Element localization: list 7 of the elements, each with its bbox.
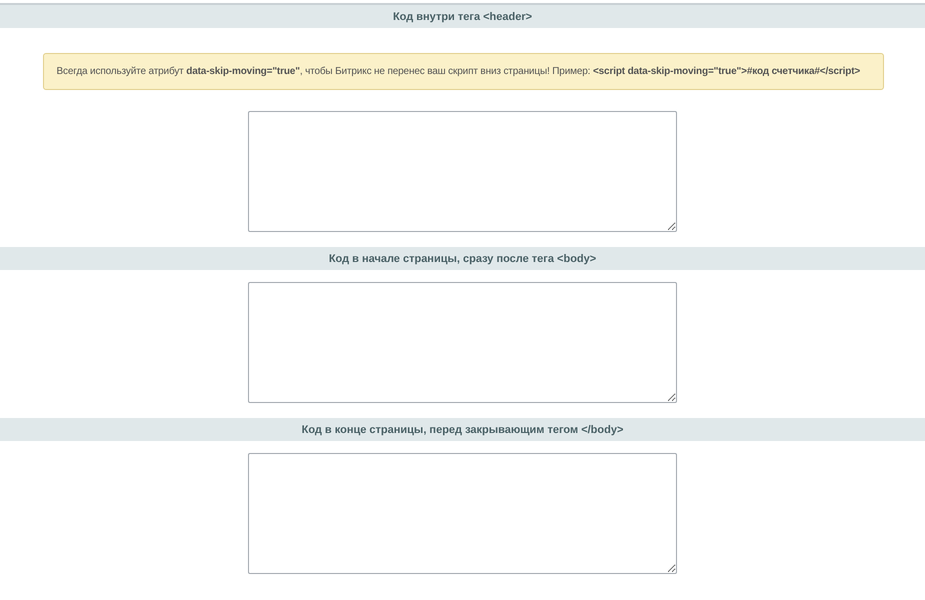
code-input-field[interactable]: [248, 282, 677, 403]
section-heading: Код внутри тега <header>: [392, 10, 532, 22]
code-input-field[interactable]: [248, 453, 677, 574]
section-heading: Код в начале страницы, сразу после тега <body>: [328, 252, 596, 264]
notice-text: Всегда используйте атрибут data-skip-moving="true", чтобы Битрикс не перенес ваш скрипт вниз страницы! Пример: <script data-skip-moving="true">#код счетчика#</script>: [56, 66, 860, 77]
section-heading: Код в конце страницы, перед закрывающим тегом </body>: [302, 424, 624, 436]
code-input-field[interactable]: [248, 111, 677, 232]
